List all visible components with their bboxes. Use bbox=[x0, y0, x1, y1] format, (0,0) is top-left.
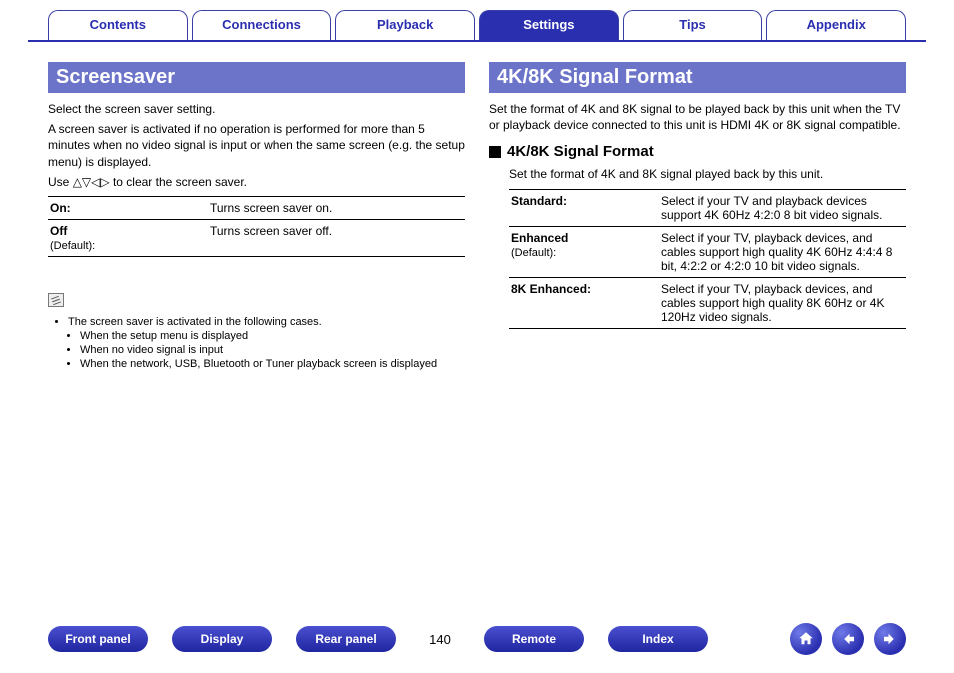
subheading-4k8k: 4K/8K Signal Format bbox=[489, 143, 906, 160]
tab-playback[interactable]: Playback bbox=[335, 10, 475, 40]
p3-pre: Use bbox=[48, 175, 73, 189]
display-button[interactable]: Display bbox=[172, 626, 272, 652]
opt-8kenh-label: 8K Enhanced: bbox=[511, 282, 591, 296]
prev-page-button[interactable] bbox=[832, 623, 864, 655]
index-button[interactable]: Index bbox=[608, 626, 708, 652]
page-number: 140 bbox=[420, 632, 460, 647]
4k8k-p2: Set the format of 4K and 8K signal playe… bbox=[509, 166, 906, 182]
footer-bar: Front panel Display Rear panel 140 Remot… bbox=[0, 623, 954, 655]
4k8k-options-table: Standard: Select if your TV and playback… bbox=[509, 189, 906, 329]
arrow-right-icon bbox=[881, 630, 899, 648]
opt-on-label: On: bbox=[50, 201, 71, 215]
square-bullet-icon bbox=[489, 146, 501, 158]
option-label: Off (Default): bbox=[48, 219, 208, 256]
home-button[interactable] bbox=[790, 623, 822, 655]
screensaver-p1: Select the screen saver setting. bbox=[48, 101, 465, 117]
rear-panel-button[interactable]: Rear panel bbox=[296, 626, 396, 652]
list-item: When the setup menu is displayed bbox=[80, 330, 465, 342]
note-pencil-icon bbox=[48, 293, 64, 307]
opt-on-desc: Turns screen saver on. bbox=[208, 196, 465, 219]
4k8k-p1: Set the format of 4K and 8K signal to be… bbox=[489, 101, 906, 133]
tab-settings[interactable]: Settings bbox=[479, 10, 619, 40]
arrow-icons: △▽◁▷ bbox=[73, 175, 110, 189]
opt-off-label: Off bbox=[50, 224, 67, 238]
list-item: The screen saver is activated in the fol… bbox=[68, 316, 465, 328]
opt-enhanced-label: Enhanced bbox=[511, 231, 568, 245]
list-item: When the network, USB, Bluetooth or Tune… bbox=[80, 358, 465, 370]
table-row: Off (Default): Turns screen saver off. bbox=[48, 219, 465, 256]
p3-post: to clear the screen saver. bbox=[110, 175, 247, 189]
tab-tips[interactable]: Tips bbox=[623, 10, 763, 40]
arrow-left-icon bbox=[839, 630, 857, 648]
opt-standard-desc: Select if your TV and playback devices s… bbox=[659, 189, 906, 226]
subhead-text: 4K/8K Signal Format bbox=[507, 143, 654, 160]
option-label: 8K Enhanced: bbox=[509, 277, 659, 328]
list-item: When no video signal is input bbox=[80, 344, 465, 356]
opt-standard-label: Standard: bbox=[511, 194, 567, 208]
front-panel-button[interactable]: Front panel bbox=[48, 626, 148, 652]
option-label: On: bbox=[48, 196, 208, 219]
section-title-screensaver: Screensaver bbox=[48, 62, 465, 93]
opt-8kenh-desc: Select if your TV, playback devices, and… bbox=[659, 277, 906, 328]
top-tabs: Contents Connections Playback Settings T… bbox=[0, 0, 954, 40]
screensaver-p2: A screen saver is activated if no operat… bbox=[48, 121, 465, 170]
table-row: Enhanced (Default): Select if your TV, p… bbox=[509, 226, 906, 277]
option-label: Enhanced (Default): bbox=[509, 226, 659, 277]
home-icon bbox=[797, 630, 815, 648]
opt-enhanced-desc: Select if your TV, playback devices, and… bbox=[659, 226, 906, 277]
screensaver-options-table: On: Turns screen saver on. Off (Default)… bbox=[48, 196, 465, 257]
tab-connections[interactable]: Connections bbox=[192, 10, 332, 40]
tab-contents[interactable]: Contents bbox=[48, 10, 188, 40]
opt-off-sub: (Default): bbox=[50, 240, 95, 252]
tab-appendix[interactable]: Appendix bbox=[766, 10, 906, 40]
table-row: 8K Enhanced: Select if your TV, playback… bbox=[509, 277, 906, 328]
section-title-4k8k: 4K/8K Signal Format bbox=[489, 62, 906, 93]
table-row: Standard: Select if your TV and playback… bbox=[509, 189, 906, 226]
next-page-button[interactable] bbox=[874, 623, 906, 655]
opt-enhanced-sub: (Default): bbox=[511, 247, 556, 259]
table-row: On: Turns screen saver on. bbox=[48, 196, 465, 219]
screensaver-p3: Use △▽◁▷ to clear the screen saver. bbox=[48, 174, 465, 190]
note-list: The screen saver is activated in the fol… bbox=[48, 316, 465, 370]
left-column: Screensaver Select the screen saver sett… bbox=[48, 62, 465, 372]
remote-button[interactable]: Remote bbox=[484, 626, 584, 652]
option-label: Standard: bbox=[509, 189, 659, 226]
opt-off-desc: Turns screen saver off. bbox=[208, 219, 465, 256]
right-column: 4K/8K Signal Format Set the format of 4K… bbox=[489, 62, 906, 372]
